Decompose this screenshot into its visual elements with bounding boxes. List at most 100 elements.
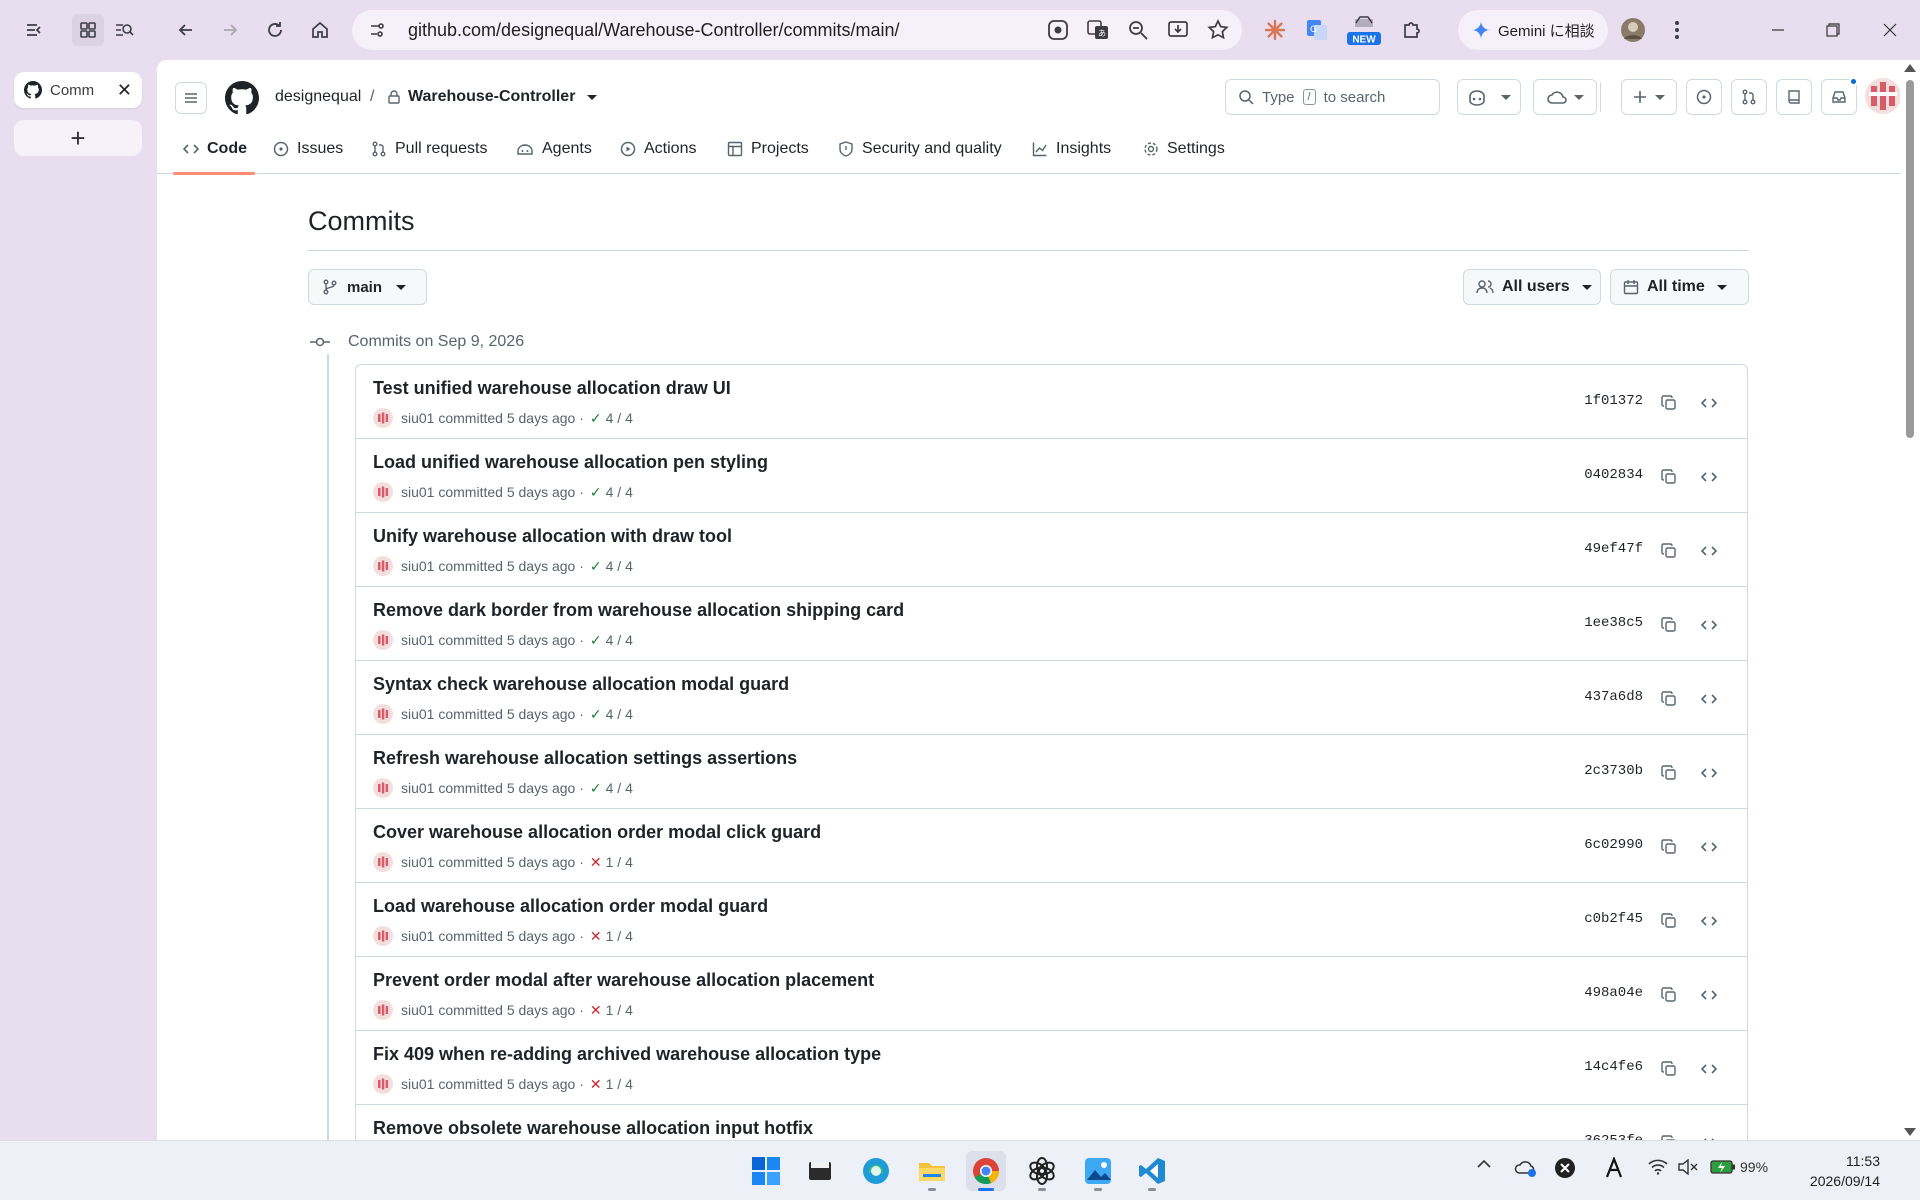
close-window-icon[interactable] bbox=[1872, 12, 1908, 48]
copy-sha-icon[interactable] bbox=[1655, 611, 1683, 639]
tab-projects[interactable]: Projects bbox=[727, 124, 809, 174]
pulls-header-button[interactable] bbox=[1731, 79, 1767, 115]
browser-tab-active[interactable]: Comm ✕ bbox=[14, 72, 142, 108]
browse-code-icon[interactable] bbox=[1695, 389, 1723, 417]
commit-author[interactable]: siu01 bbox=[401, 632, 434, 648]
claude-extension-icon[interactable] bbox=[1260, 14, 1290, 46]
tab-pull-requests[interactable]: Pull requests bbox=[371, 124, 488, 174]
bookmark-star-icon[interactable] bbox=[1206, 18, 1230, 47]
tab-settings[interactable]: Settings bbox=[1143, 124, 1225, 174]
check-success-icon[interactable]: ✓ bbox=[590, 780, 602, 797]
chatgpt-app-icon[interactable] bbox=[1022, 1151, 1062, 1191]
github-logo-icon[interactable] bbox=[225, 81, 259, 115]
new-extension-icon[interactable]: NEW bbox=[1344, 14, 1384, 46]
copy-sha-icon[interactable] bbox=[1655, 981, 1683, 1009]
ime-mode-icon[interactable] bbox=[1604, 1157, 1624, 1179]
check-failure-icon[interactable]: ✕ bbox=[590, 928, 602, 945]
system-clock[interactable]: 11:53 2026/09/14 bbox=[1780, 1151, 1880, 1191]
google-translate-extension-icon[interactable]: G bbox=[1302, 14, 1332, 46]
copy-sha-icon[interactable] bbox=[1655, 833, 1683, 861]
author-avatar[interactable] bbox=[373, 852, 393, 872]
repo-dropdown-icon[interactable] bbox=[587, 94, 598, 100]
browse-code-icon[interactable] bbox=[1695, 537, 1723, 565]
commit-author[interactable]: siu01 bbox=[401, 706, 434, 722]
tab-issues[interactable]: Issues bbox=[273, 124, 343, 174]
commit-title[interactable]: Remove dark border from warehouse alloca… bbox=[373, 600, 904, 621]
check-success-icon[interactable]: ✓ bbox=[590, 410, 602, 427]
commit-author[interactable]: siu01 bbox=[401, 1076, 434, 1092]
copy-sha-icon[interactable] bbox=[1655, 389, 1683, 417]
commit-author[interactable]: siu01 bbox=[401, 780, 434, 796]
collapse-tabs-icon[interactable] bbox=[18, 14, 50, 46]
file-explorer-icon[interactable] bbox=[912, 1151, 952, 1191]
translate-icon[interactable]: あ bbox=[1086, 18, 1110, 47]
checks-count[interactable]: 1 / 4 bbox=[606, 1002, 633, 1018]
forward-icon[interactable] bbox=[214, 14, 246, 46]
start-menu-icon[interactable] bbox=[746, 1151, 786, 1191]
scroll-thumb[interactable] bbox=[1906, 80, 1914, 438]
commit-author[interactable]: siu01 bbox=[401, 1002, 434, 1018]
profile-avatar-icon[interactable] bbox=[1618, 14, 1648, 46]
time-filter[interactable]: All time bbox=[1610, 269, 1749, 305]
create-new-button[interactable] bbox=[1621, 79, 1677, 115]
photos-app-icon[interactable] bbox=[1078, 1151, 1118, 1191]
repos-header-button[interactable] bbox=[1776, 79, 1812, 115]
author-avatar[interactable] bbox=[373, 704, 393, 724]
commit-title[interactable]: Load unified warehouse allocation pen st… bbox=[373, 452, 768, 473]
commit-sha[interactable]: 6c02990 bbox=[1584, 837, 1643, 853]
browse-code-icon[interactable] bbox=[1695, 981, 1723, 1009]
site-info-icon[interactable] bbox=[368, 21, 386, 39]
breadcrumb-repo[interactable]: Warehouse-Controller bbox=[388, 88, 598, 106]
codespaces-button[interactable] bbox=[1533, 79, 1597, 115]
browser-menu-icon[interactable] bbox=[1662, 14, 1692, 46]
author-avatar[interactable] bbox=[373, 408, 393, 428]
commit-title[interactable]: Prevent order modal after warehouse allo… bbox=[373, 970, 874, 991]
checks-count[interactable]: 4 / 4 bbox=[606, 484, 633, 500]
commit-sha[interactable]: 1ee38c5 bbox=[1584, 615, 1643, 631]
browse-code-icon[interactable] bbox=[1695, 463, 1723, 491]
commit-sha[interactable]: 498a04e bbox=[1584, 985, 1643, 1001]
check-failure-icon[interactable]: ✕ bbox=[590, 854, 602, 871]
global-menu-button[interactable] bbox=[175, 82, 207, 114]
close-tab-icon[interactable]: ✕ bbox=[117, 80, 132, 101]
copy-sha-icon[interactable] bbox=[1655, 1129, 1683, 1140]
home-icon[interactable] bbox=[304, 14, 336, 46]
url-text[interactable]: github.com/designequal/Warehouse-Control… bbox=[408, 20, 900, 41]
address-bar[interactable]: github.com/designequal/Warehouse-Control… bbox=[352, 10, 1242, 50]
commit-author[interactable]: siu01 bbox=[401, 484, 434, 500]
commit-author[interactable]: siu01 bbox=[401, 410, 434, 426]
copy-sha-icon[interactable] bbox=[1655, 685, 1683, 713]
reload-icon[interactable] bbox=[259, 14, 291, 46]
commit-sha[interactable]: 2c3730b bbox=[1584, 763, 1643, 779]
tab-groups-icon[interactable] bbox=[72, 14, 104, 46]
commit-sha[interactable]: 1f01372 bbox=[1584, 393, 1643, 409]
tab-actions[interactable]: Actions bbox=[620, 124, 696, 174]
browse-code-icon[interactable] bbox=[1695, 611, 1723, 639]
breadcrumb-owner[interactable]: designequal bbox=[275, 88, 361, 106]
commit-sha[interactable]: c0b2f45 bbox=[1584, 911, 1643, 927]
checks-count[interactable]: 4 / 4 bbox=[606, 780, 633, 796]
checks-count[interactable]: 1 / 4 bbox=[606, 1076, 633, 1092]
browse-code-icon[interactable] bbox=[1695, 833, 1723, 861]
tab-insights[interactable]: Insights bbox=[1032, 124, 1111, 174]
commit-title[interactable]: Refresh warehouse allocation settings as… bbox=[373, 748, 797, 769]
checks-count[interactable]: 4 / 4 bbox=[606, 632, 633, 648]
browse-code-icon[interactable] bbox=[1695, 685, 1723, 713]
issues-header-button[interactable] bbox=[1686, 79, 1722, 115]
tab-agents[interactable]: Agents bbox=[516, 124, 592, 174]
author-avatar[interactable] bbox=[373, 926, 393, 946]
checks-count[interactable]: 4 / 4 bbox=[606, 410, 633, 426]
copilot-dropdown-icon[interactable] bbox=[1501, 94, 1511, 100]
commit-title[interactable]: Load warehouse allocation order modal gu… bbox=[373, 896, 768, 917]
branch-selector[interactable]: main bbox=[308, 269, 427, 305]
volume-muted-icon[interactable] bbox=[1678, 1159, 1698, 1175]
battery-status[interactable]: 99% bbox=[1710, 1159, 1768, 1175]
user-avatar[interactable] bbox=[1865, 78, 1900, 114]
checks-count[interactable]: 4 / 4 bbox=[606, 706, 633, 722]
task-view-icon[interactable] bbox=[800, 1151, 840, 1191]
wifi-icon[interactable] bbox=[1648, 1159, 1668, 1175]
vscode-icon[interactable] bbox=[1132, 1151, 1172, 1191]
author-avatar[interactable] bbox=[373, 1074, 393, 1094]
copy-sha-icon[interactable] bbox=[1655, 759, 1683, 787]
copy-sha-icon[interactable] bbox=[1655, 463, 1683, 491]
